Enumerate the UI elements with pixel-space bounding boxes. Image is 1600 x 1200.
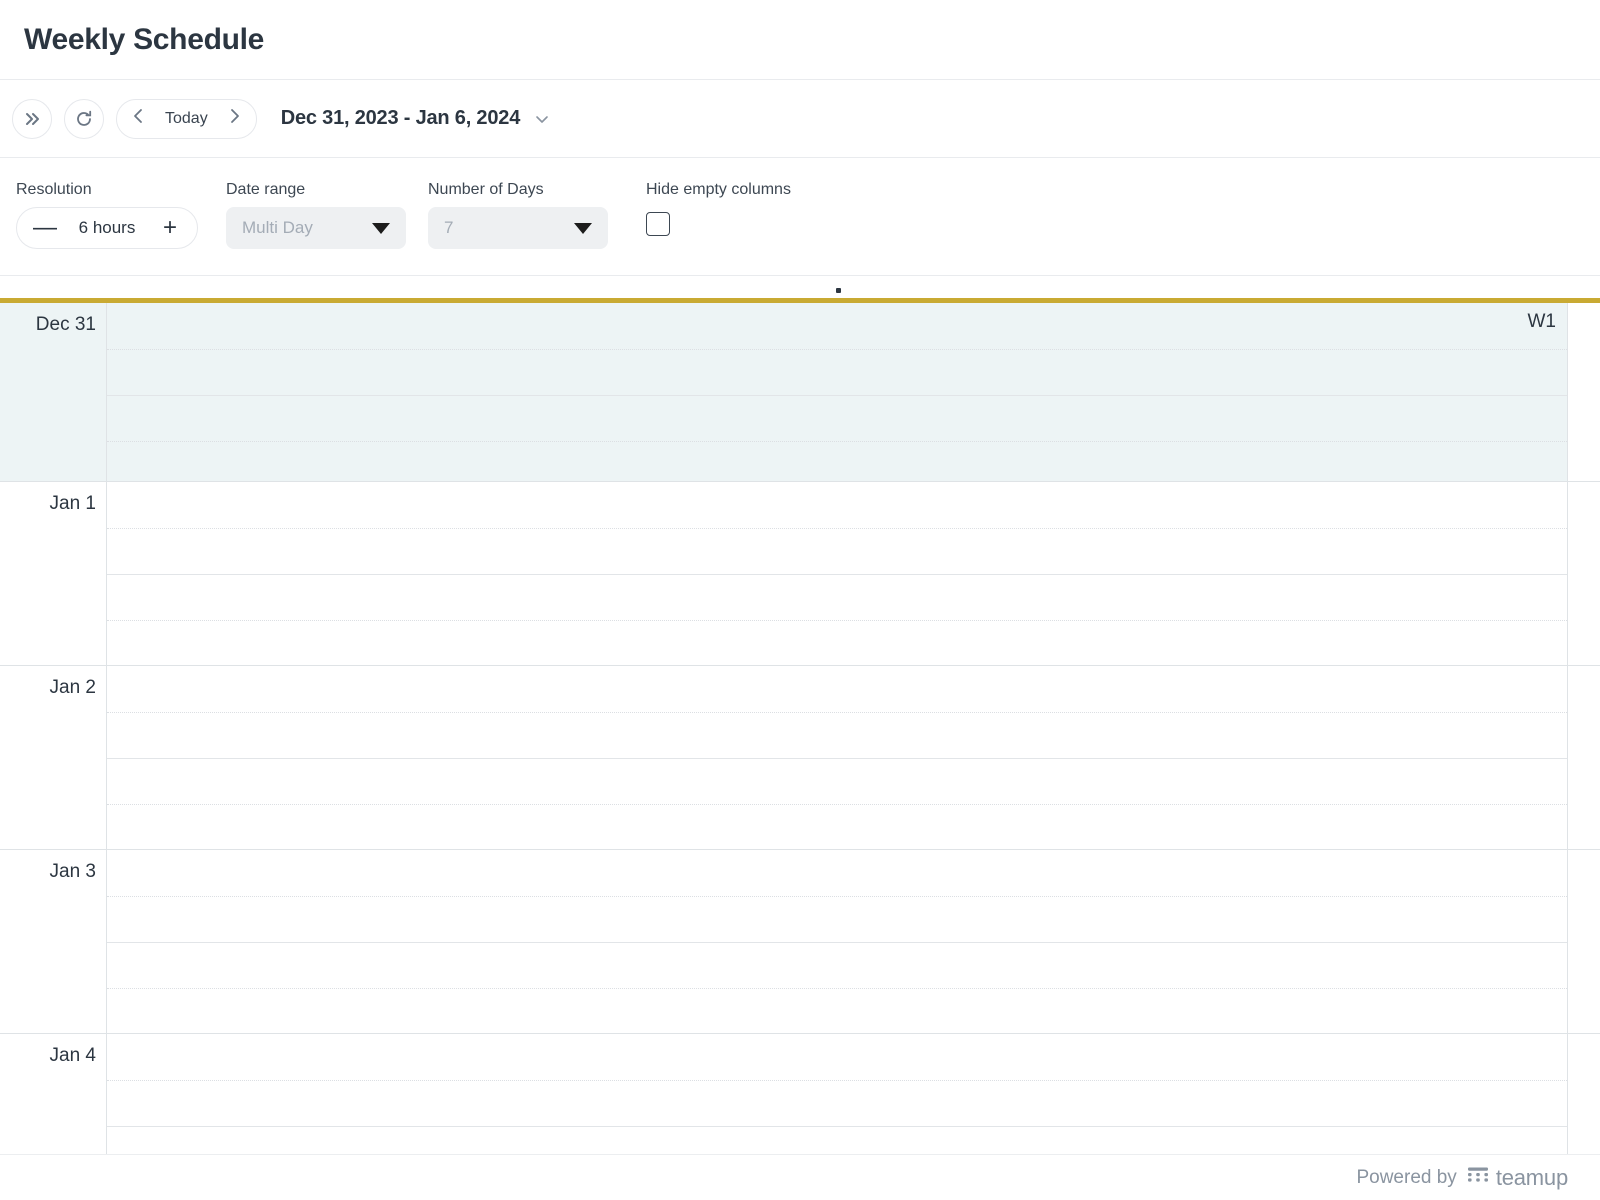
date-range-select[interactable]: Multi Day [226,207,406,250]
resolution-label: Resolution [16,181,92,198]
today-button[interactable]: Today [157,110,216,128]
day-gutter: Jan 3 [0,850,107,1033]
navigation-toolbar: Today Dec 31, 2023 - Jan 6, 2024 [0,80,1600,158]
time-slot-line [107,1080,1567,1081]
date-range-label: Dec 31, 2023 - Jan 6, 2024 [280,107,521,129]
resolution-increment-button[interactable]: + [159,216,181,240]
date-range-selector[interactable]: Dec 31, 2023 - Jan 6, 2024 [281,107,552,130]
day-gutter: Jan 4 [0,1034,107,1154]
time-slot-line [107,942,1567,943]
number-of-days-label: Number of Days [428,181,544,198]
time-slot-line [107,395,1567,396]
day-track[interactable] [107,850,1568,1033]
double-chevron-right-icon [22,109,42,129]
time-slot-line [107,896,1567,897]
number-of-days-control: Number of Days 7 [428,180,608,250]
day-gutter: Dec 31 [0,303,107,481]
today-navigation-pill: Today [116,98,257,139]
resolution-control: Resolution — 6 hours + [16,180,198,250]
day-track[interactable] [107,482,1568,665]
day-gutter: Jan 1 [0,482,107,665]
teamup-dots-logo [1467,1166,1489,1189]
teamup-brand[interactable]: teamup [1467,1165,1568,1191]
day-track[interactable] [107,666,1568,849]
chevron-left-icon [130,107,148,130]
time-slot-line [107,1126,1567,1127]
day-label: Jan 4 [49,1045,96,1066]
day-gutter: Jan 2 [0,666,107,849]
view-controls-bar: Resolution — 6 hours + Date range Multi … [0,158,1600,276]
calendar-grid: Dec 31 W1 Jan 1 Jan 2 Jan 3 Jan 4 [0,276,1600,1154]
resolution-decrement-button[interactable]: — [33,216,57,240]
date-range-control: Date range Multi Day [226,180,406,250]
calendar-day-rows: Dec 31 W1 Jan 1 Jan 2 Jan 3 Jan 4 [0,298,1600,1154]
expand-sidebar-button[interactable] [12,98,52,139]
hide-empty-columns-label: Hide empty columns [646,181,791,198]
scroll-marker-dot [836,288,841,293]
time-slot-line [107,349,1567,350]
caret-down-icon [372,222,390,234]
day-label: Jan 1 [49,493,96,514]
refresh-button[interactable] [64,98,104,139]
powered-by-label: Powered by [1356,1166,1457,1188]
day-label: Jan 2 [49,677,96,698]
week-number-badge: W1 [1527,311,1557,332]
title-bar: Weekly Schedule [0,0,1600,80]
chevron-right-icon [225,107,243,130]
day-track[interactable]: W1 [107,303,1568,481]
caret-down-icon [574,222,592,234]
time-slot-line [107,758,1567,759]
chevron-down-icon [532,109,552,129]
time-slot-line [107,574,1567,575]
hide-empty-columns-control: Hide empty columns [646,180,791,237]
time-slot-line [107,528,1567,529]
calendar-day-row[interactable]: Dec 31 W1 [0,298,1600,482]
time-slot-line [107,620,1567,621]
date-range-select-value: Multi Day [242,218,313,238]
day-label: Jan 3 [49,861,96,882]
number-of-days-select-value: 7 [444,218,454,238]
date-range-control-label: Date range [226,181,306,198]
resolution-stepper: — 6 hours + [16,207,198,250]
footer-bar: Powered by teamup [0,1154,1600,1200]
teamup-wordmark: teamup [1495,1164,1568,1190]
time-slot-line [107,804,1567,805]
calendar-day-row[interactable]: Jan 3 [0,850,1600,1034]
day-label: Dec 31 [35,314,96,335]
calendar-day-row[interactable]: Jan 2 [0,666,1600,850]
calendar-day-row[interactable]: Jan 4 [0,1034,1600,1154]
time-slot-line [107,988,1567,989]
calendar-day-row[interactable]: Jan 1 [0,482,1600,666]
previous-period-button[interactable] [121,100,157,138]
number-of-days-select[interactable]: 7 [428,207,608,250]
time-slot-line [107,441,1567,442]
next-period-button[interactable] [216,100,252,138]
time-slot-line [107,712,1567,713]
day-track[interactable] [107,1034,1568,1154]
page-title: Weekly Schedule [24,22,265,56]
resolution-value: 6 hours [78,218,136,238]
calendar-app: Weekly Schedule Today Dec 31, 2023 - Jan… [0,0,1600,1200]
hide-empty-columns-checkbox[interactable] [646,212,670,237]
refresh-icon [74,109,94,129]
calendar-top-strip [0,276,1600,298]
